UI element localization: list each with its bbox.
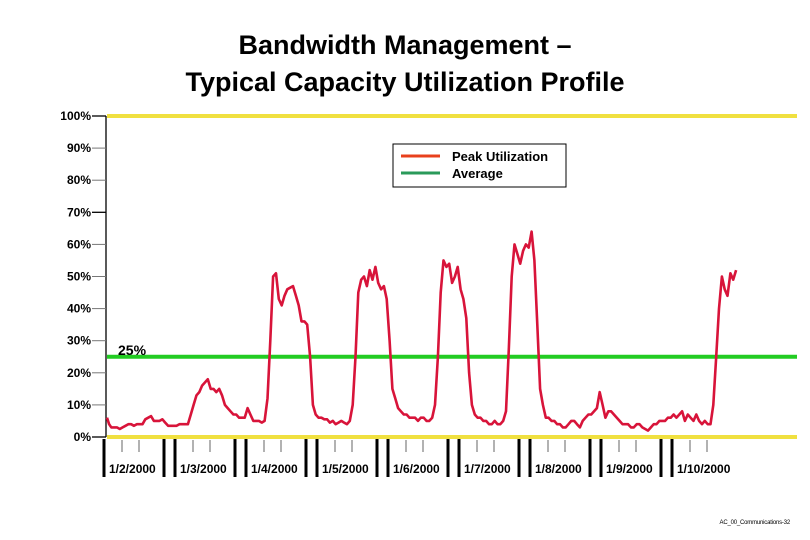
y-tick-label: 20%: [67, 366, 91, 380]
legend-label-average: Average: [452, 166, 503, 181]
x-tick-label: 1/6/2000: [393, 462, 440, 476]
x-tick-label: 1/3/2000: [180, 462, 227, 476]
y-tick-label: 10%: [67, 398, 91, 412]
y-tick-label: 30%: [67, 334, 91, 348]
y-tick-label: 0%: [74, 430, 92, 444]
series-line-peak-utilization: [105, 230, 738, 432]
x-tick-label: 1/2/2000: [109, 462, 156, 476]
x-tick-label: 1/7/2000: [464, 462, 511, 476]
x-tick-label: 1/10/2000: [677, 462, 731, 476]
chart-area: 0% 10% 20% 30% 40% 50% 60% 70% 80% 90% 100% 1/2/200…: [60, 109, 797, 477]
x-tick-label: 1/9/2000: [606, 462, 653, 476]
y-tick-label: 40%: [67, 302, 91, 316]
x-tick-label: 1/8/2000: [535, 462, 582, 476]
average-annotation: 25%: [118, 342, 147, 358]
y-tick-label: 50%: [67, 270, 91, 284]
y-tick-label: 100%: [60, 109, 91, 123]
y-tick-label: 70%: [67, 205, 91, 219]
legend-label-peak-utilization: Peak Utilization: [452, 149, 548, 164]
x-tick-label: 1/4/2000: [251, 462, 298, 476]
legend: Peak Utilization Average: [392, 143, 567, 188]
x-tick-label: 1/5/2000: [322, 462, 369, 476]
y-tick-label: 90%: [67, 141, 91, 155]
y-tick-label: 60%: [67, 237, 91, 251]
y-tick-label: 80%: [67, 173, 91, 187]
slide-footer: AC_00_Communications-32: [719, 520, 791, 526]
